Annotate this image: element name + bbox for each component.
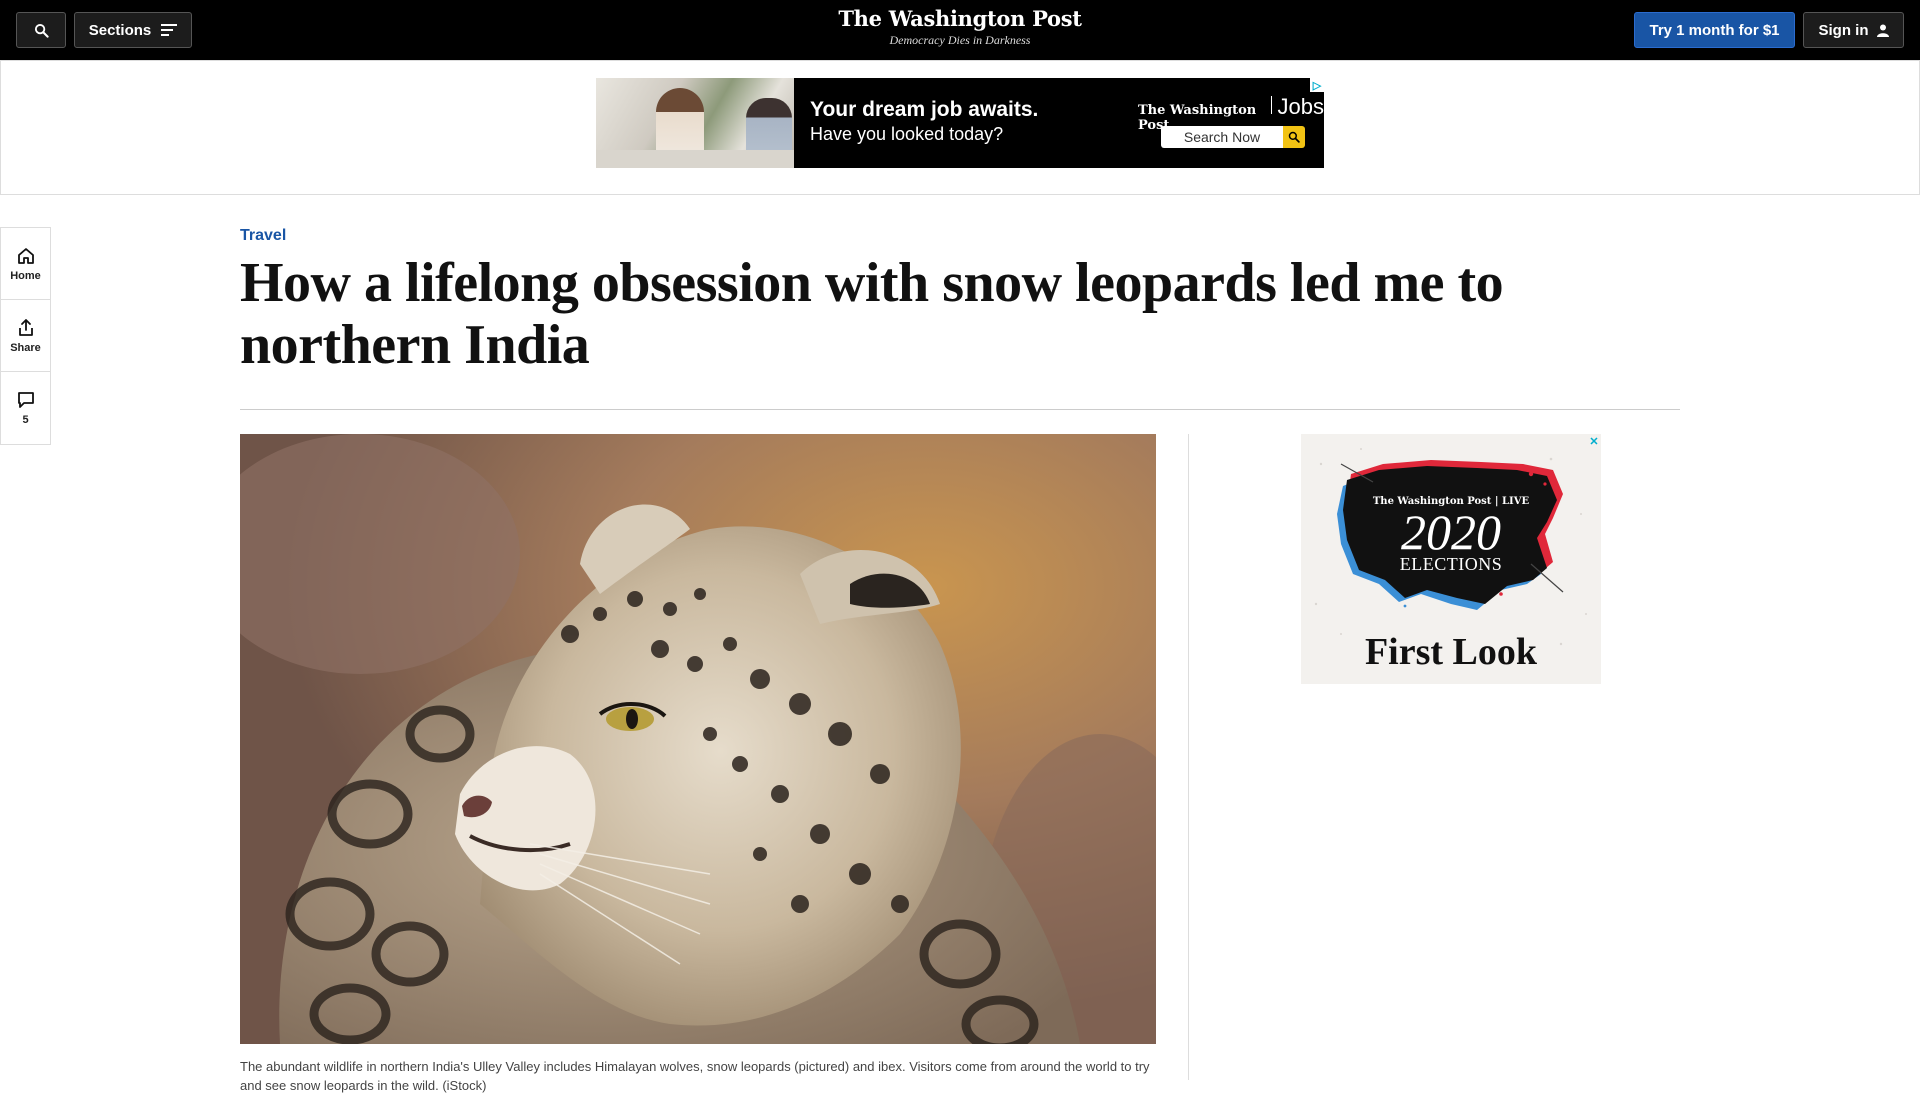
hamburger-menu-icon (161, 24, 178, 36)
ad-search-now-field[interactable]: Search Now (1161, 126, 1283, 148)
ad-photo-desk (596, 150, 794, 168)
rail-share-button[interactable]: Share (1, 300, 50, 372)
ad-headline: Your dream job awaits. (810, 98, 1039, 121)
sections-menu-button[interactable]: Sections (74, 12, 192, 48)
lead-image-snow-leopard (240, 434, 1156, 1044)
article-headline: How a lifelong obsession with snow leopa… (240, 252, 1504, 376)
rail-home-button[interactable]: Home (1, 228, 50, 300)
section-kicker-link[interactable]: Travel (240, 227, 286, 245)
washington-post-logo: The Washington Post (838, 6, 1082, 31)
sections-label: Sections (88, 21, 152, 39)
election-ad-title: ELECTIONS (1399, 554, 1503, 574)
ad-search-box[interactable]: Search Now (1161, 126, 1305, 148)
sign-in-label: Sign in (1818, 21, 1869, 39)
headline-divider (240, 409, 1680, 410)
snow-leopard-illustration (240, 434, 1156, 1044)
rail-comments-button[interactable]: 5 (1, 372, 50, 444)
ad-subline: Have you looked today? (810, 124, 1004, 144)
user-icon (1876, 24, 1889, 37)
sign-in-button[interactable]: Sign in (1803, 12, 1904, 48)
adchoices-icon[interactable]: ▷ (1310, 78, 1324, 92)
rail-share-label: Share (10, 341, 41, 354)
subscribe-offer-button[interactable]: Try 1 month for $1 (1634, 12, 1795, 48)
election-ad-tagline: First Look (1364, 631, 1538, 673)
comment-icon (17, 392, 34, 408)
search-icon (1288, 131, 1300, 143)
election-ad-year: 2020 (1401, 504, 1501, 560)
search-button[interactable] (16, 12, 66, 48)
ad-office-photo (596, 78, 794, 168)
ad-brand-jobs: Jobs (1277, 94, 1324, 119)
home-icon (17, 247, 34, 264)
search-icon (34, 23, 49, 38)
column-divider (1188, 434, 1189, 1080)
masthead-tagline: Democracy Dies in Darkness (889, 33, 1031, 47)
rail-comments-count: 5 (22, 414, 29, 426)
article-tool-rail: Home Share 5 (0, 227, 51, 445)
rail-home-label: Home (10, 269, 41, 282)
top-navigation-bar: Sections The Washington Post Democracy D… (0, 0, 1920, 60)
jobs-advertisement[interactable]: Your dream job awaits. Have you looked t… (596, 78, 1324, 168)
share-icon (18, 318, 33, 336)
masthead-logo[interactable]: The Washington Post Democracy Dies in Da… (760, 6, 1160, 48)
election-advertisement[interactable]: The Washington Post | LIVE 2020 ELECTION… (1301, 434, 1601, 684)
ad-close-icon[interactable]: ✕ (1587, 434, 1601, 448)
ad-search-go-button[interactable] (1283, 126, 1305, 148)
ad-brand-divider (1270, 96, 1272, 114)
lead-image-caption: The abundant wildlife in northern India'… (240, 1059, 1150, 1093)
